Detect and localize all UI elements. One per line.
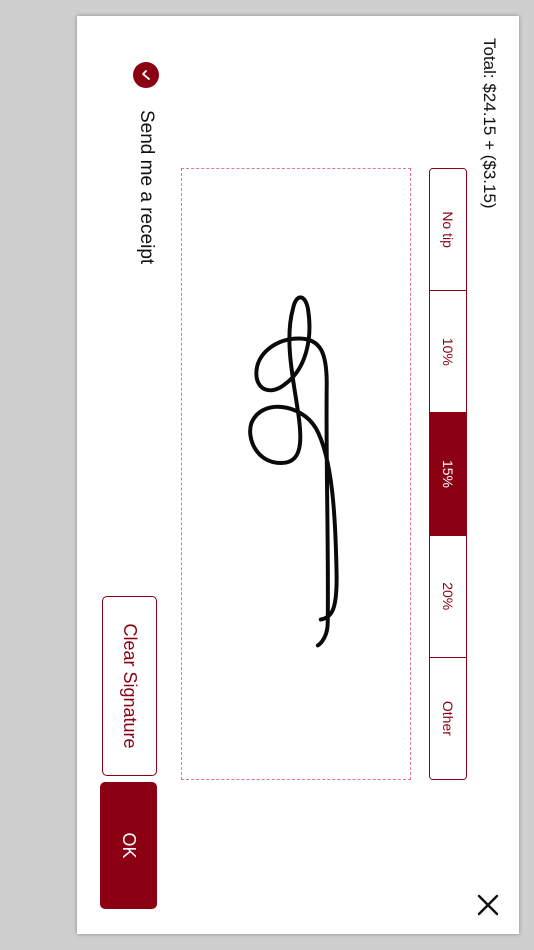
screen: Total: $24.15 + ($3.15) No tip 10% 15% 2… bbox=[0, 0, 534, 950]
send-receipt-toggle[interactable]: Send me a receipt bbox=[133, 62, 159, 264]
tip-option-15[interactable]: 15% bbox=[430, 413, 466, 536]
tip-option-other[interactable]: Other bbox=[430, 657, 466, 780]
order-total: Total: $24.15 + ($3.15) bbox=[480, 38, 499, 209]
tip-signature-dialog: Total: $24.15 + ($3.15) No tip 10% 15% 2… bbox=[77, 16, 519, 934]
close-icon bbox=[477, 894, 499, 916]
check-icon bbox=[142, 70, 150, 80]
tip-option-20[interactable]: 20% bbox=[430, 535, 466, 658]
tip-option-10[interactable]: 10% bbox=[430, 291, 466, 414]
signature-pad[interactable] bbox=[181, 168, 411, 780]
ok-button[interactable]: OK bbox=[100, 782, 157, 909]
receipt-checkbox[interactable] bbox=[133, 62, 159, 88]
signature-stroke bbox=[248, 295, 339, 648]
tip-option-no-tip[interactable]: No tip bbox=[430, 169, 466, 292]
clear-signature-button[interactable]: Clear Signature bbox=[102, 596, 157, 776]
receipt-label: Send me a receipt bbox=[136, 110, 157, 265]
close-button[interactable] bbox=[475, 892, 501, 918]
tip-selector: No tip 10% 15% 20% Other bbox=[429, 168, 467, 780]
